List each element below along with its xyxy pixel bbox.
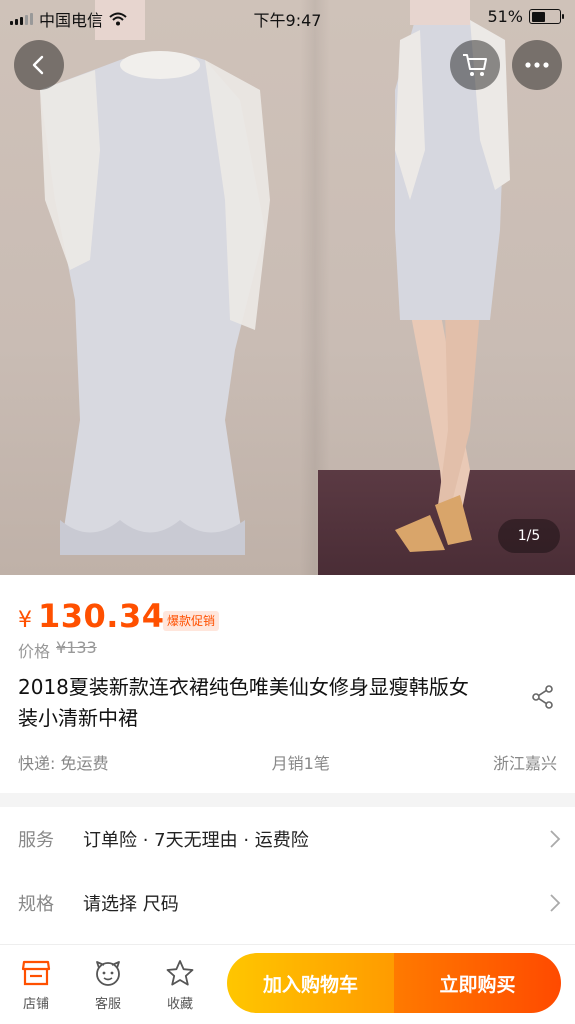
more-button[interactable]: [512, 40, 562, 90]
shipping-info: 快递: 免运费: [18, 754, 109, 773]
service-label: 服务: [18, 830, 54, 851]
original-price: ¥133: [56, 638, 97, 657]
store-icon: [21, 960, 51, 986]
original-price-label: 价格: [18, 642, 51, 661]
service-row[interactable]: 服务 订单险 · 7天无理由 · 运费险: [0, 807, 575, 871]
monthly-sales: 月销1笔: [271, 754, 330, 773]
buy-now-button[interactable]: 立即购买: [394, 953, 561, 1013]
favorite-label: 收藏: [166, 997, 193, 1012]
more-icon: [525, 62, 549, 68]
support-tab[interactable]: 客服: [80, 957, 136, 1012]
support-label: 客服: [94, 997, 121, 1012]
product-info: ¥ 130.34 爆款促销 价格 ¥133 2018夏装新款连衣裙纯色唯美仙女修…: [0, 575, 575, 793]
add-to-cart-button[interactable]: 加入购物车: [227, 953, 394, 1013]
price-amount: 130.34: [38, 597, 165, 635]
chevron-right-icon: [550, 894, 561, 912]
promo-tag: 爆款促销: [163, 611, 220, 631]
store-label: 店铺: [22, 997, 49, 1012]
spec-row[interactable]: 规格 请选择 尺码: [0, 871, 575, 935]
original-price-row: 价格 ¥133: [18, 638, 97, 662]
favorite-tab[interactable]: 收藏: [152, 957, 208, 1012]
image-counter: 1/5: [498, 519, 560, 553]
battery-percent: 51%: [487, 7, 523, 26]
battery-status: 51%: [487, 7, 564, 26]
service-value: 订单险 · 7天无理由 · 运费险: [83, 830, 309, 851]
star-icon: [166, 960, 194, 986]
back-icon: [32, 55, 44, 75]
product-image-gallery[interactable]: 1/5: [0, 0, 575, 575]
product-photo: [40, 0, 510, 555]
bottom-action-bar: 店铺 客服 收藏 加入购物车 立即购买: [0, 944, 575, 1024]
meta-row: 快递: 免运费 月销1笔 浙江嘉兴: [18, 750, 557, 774]
price: ¥ 130.34: [18, 597, 164, 635]
section-divider: [0, 793, 575, 807]
back-button[interactable]: [14, 40, 64, 90]
share-icon: [532, 685, 553, 709]
spec-label: 规格: [18, 894, 54, 915]
support-icon: [96, 961, 120, 986]
status-bar: 中国电信 下午9:47 51%: [0, 0, 575, 34]
chevron-right-icon: [550, 830, 561, 848]
product-title: 2018夏装新款连衣裙纯色唯美仙女修身显瘦韩版女装小清新中裙: [18, 675, 469, 730]
price-currency: ¥: [18, 608, 32, 633]
battery-icon: [529, 9, 564, 24]
share-button[interactable]: [528, 682, 558, 712]
product-detail-page: 1/5 中国电信 下午9:47 51% ¥ 130.34 爆款促销 价格 ¥13…: [0, 0, 575, 1024]
ship-location: 浙江嘉兴: [492, 754, 557, 773]
cart-icon: [463, 54, 487, 76]
spec-value: 请选择 尺码: [83, 894, 179, 915]
cart-button[interactable]: [450, 40, 500, 90]
store-tab[interactable]: 店铺: [8, 957, 64, 1012]
